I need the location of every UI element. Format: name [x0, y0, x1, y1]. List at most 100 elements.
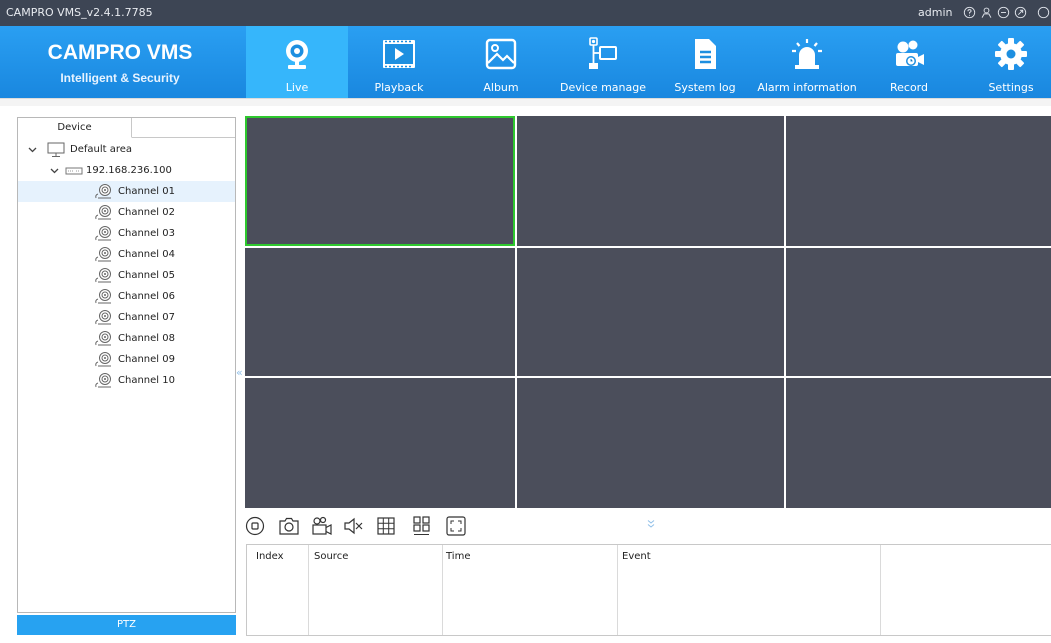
- nav-record[interactable]: Record: [858, 26, 960, 98]
- device-panel: Device Default area 192.168.236.100 Chan…: [17, 117, 236, 613]
- channel-label: Channel 03: [118, 228, 175, 239]
- camera-icon: [94, 309, 114, 326]
- channel-label: Channel 09: [118, 354, 175, 365]
- device-ip-label: 192.168.236.100: [86, 165, 172, 176]
- alarm-light-icon: [787, 34, 827, 74]
- column-header-index[interactable]: Index: [256, 551, 284, 562]
- video-cell-4[interactable]: [245, 248, 515, 376]
- ptz-button[interactable]: PTZ: [17, 615, 236, 635]
- video-grid: [245, 116, 1051, 508]
- tree-item-channel[interactable]: Channel 05: [18, 265, 235, 286]
- video-cell-2[interactable]: [517, 116, 784, 246]
- tree-item-channel[interactable]: Channel 02: [18, 202, 235, 223]
- grid-layout-icon[interactable]: [374, 514, 398, 538]
- film-play-icon: [379, 34, 419, 74]
- camera-icon: [94, 183, 114, 200]
- snapshot-icon[interactable]: [277, 514, 301, 538]
- video-cell-6[interactable]: [786, 248, 1051, 376]
- tree-item-channel[interactable]: Channel 01: [18, 181, 235, 202]
- tree-node-device[interactable]: 192.168.236.100: [18, 160, 235, 181]
- channel-label: Channel 06: [118, 291, 175, 302]
- camera-icon: [94, 267, 114, 284]
- user-icon[interactable]: [978, 4, 994, 20]
- record-icon[interactable]: [310, 514, 334, 538]
- tree-item-channel[interactable]: Channel 08: [18, 328, 235, 349]
- header-divider: [0, 98, 1051, 106]
- monitor-icon: [46, 141, 66, 158]
- column-header-source[interactable]: Source: [314, 551, 348, 562]
- network-device-icon: [583, 34, 623, 74]
- tree-item-channel[interactable]: Channel 03: [18, 223, 235, 244]
- column-divider: [880, 545, 881, 635]
- video-cell-8[interactable]: [517, 378, 784, 508]
- video-cell-7[interactable]: [245, 378, 515, 508]
- tree-item-channel[interactable]: Channel 10: [18, 370, 235, 391]
- video-record-icon: [889, 34, 929, 74]
- expand-events-button[interactable]: [643, 516, 659, 532]
- brand-tagline: Intelligent & Security: [60, 71, 180, 85]
- channel-label: Channel 01: [118, 186, 175, 197]
- video-cell-9[interactable]: [786, 378, 1051, 508]
- channel-label: Channel 08: [118, 333, 175, 344]
- fullscreen-icon[interactable]: [444, 514, 468, 538]
- camera-icon: [94, 351, 114, 368]
- camera-icon: [94, 204, 114, 221]
- column-header-event[interactable]: Event: [622, 551, 651, 562]
- brand-logo: CAMPRO VMS Intelligent & Security: [0, 26, 240, 98]
- vms-app-window: CAMPRO VMS_v2.4.1.7785 admin CAMPRO VMS …: [0, 0, 1051, 643]
- window-title: CAMPRO VMS_v2.4.1.7785: [6, 6, 153, 19]
- nav-live[interactable]: Live: [246, 26, 348, 98]
- device-tree: Default area 192.168.236.100 Channel 01 C…: [18, 139, 235, 391]
- tree-item-channel[interactable]: Channel 07: [18, 307, 235, 328]
- current-user[interactable]: admin: [918, 6, 952, 19]
- column-divider: [617, 545, 618, 635]
- main-header: CAMPRO VMS Intelligent & Security Live P…: [0, 26, 1051, 98]
- chevron-down-icon[interactable]: [26, 139, 38, 160]
- tree-item-channel[interactable]: Channel 06: [18, 286, 235, 307]
- nav-playback-label: Playback: [374, 81, 424, 94]
- tab-device[interactable]: Device: [18, 118, 132, 138]
- video-cell-1[interactable]: [245, 116, 515, 246]
- chevron-down-icon[interactable]: [48, 160, 60, 181]
- nav-settings[interactable]: Settings: [960, 26, 1051, 98]
- nav-album[interactable]: Album: [450, 26, 552, 98]
- image-icon: [481, 34, 521, 74]
- nav-album-label: Album: [483, 81, 519, 94]
- video-cell-3[interactable]: [786, 116, 1051, 246]
- column-divider: [308, 545, 309, 635]
- camera-icon: [94, 288, 114, 305]
- channel-label: Channel 02: [118, 207, 175, 218]
- nav-alarm-information-label: Alarm information: [757, 81, 857, 94]
- help-icon[interactable]: [961, 4, 977, 20]
- nav-device-manage-label: Device manage: [559, 81, 647, 94]
- nvr-device-icon: [64, 162, 84, 179]
- tree-item-channel[interactable]: Channel 04: [18, 244, 235, 265]
- channel-list: Channel 01 Channel 02 Channel 03 Channel 04…: [18, 181, 235, 391]
- gear-icon: [991, 34, 1031, 74]
- mute-icon[interactable]: [341, 514, 365, 538]
- close-icon[interactable]: [1035, 4, 1051, 20]
- nav-system-log[interactable]: System log: [654, 26, 756, 98]
- tree-node-default-area[interactable]: Default area: [18, 139, 235, 160]
- channel-label: Channel 04: [118, 249, 175, 260]
- nav-system-log-label: System log: [674, 81, 736, 94]
- camera-icon: [94, 372, 114, 389]
- tab-divider: [132, 137, 235, 138]
- document-icon: [685, 34, 725, 74]
- nav-alarm-information[interactable]: Alarm information: [756, 26, 858, 98]
- restore-icon[interactable]: [1012, 4, 1028, 20]
- stop-all-icon[interactable]: [243, 514, 267, 538]
- column-divider: [442, 545, 443, 635]
- title-bar: CAMPRO VMS_v2.4.1.7785 admin: [0, 0, 1051, 26]
- nav-device-manage[interactable]: Device manage: [552, 26, 654, 98]
- nav-playback[interactable]: Playback: [348, 26, 450, 98]
- column-header-time[interactable]: Time: [446, 551, 470, 562]
- nav-settings-label: Settings: [988, 81, 1034, 94]
- minimize-icon[interactable]: [995, 4, 1011, 20]
- area-label: Default area: [70, 144, 133, 155]
- video-cell-5[interactable]: [517, 248, 784, 376]
- tree-item-channel[interactable]: Channel 09: [18, 349, 235, 370]
- nav-record-label: Record: [889, 81, 928, 94]
- camera-icon: [94, 330, 114, 347]
- sequence-icon[interactable]: [410, 514, 434, 538]
